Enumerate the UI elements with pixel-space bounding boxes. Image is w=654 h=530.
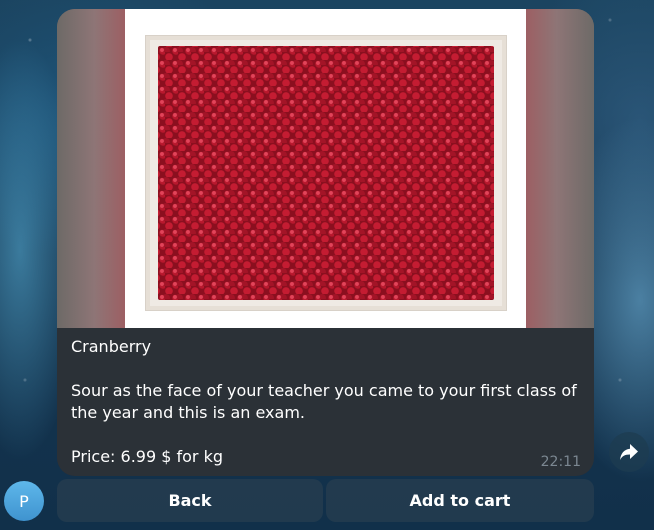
product-price: Price: 6.99 $ for kg: [71, 447, 223, 466]
avatar-initial: P: [19, 491, 29, 511]
message-text: Cranberry Sour as the face of your teach…: [71, 336, 581, 468]
share-button[interactable]: [609, 432, 649, 472]
cranberry-crate: [145, 35, 507, 311]
add-to-cart-button[interactable]: Add to cart: [326, 479, 594, 522]
product-description: Sour as the face of your teacher you cam…: [71, 381, 577, 422]
product-title: Cranberry: [71, 337, 152, 356]
photo-blur-right: [526, 9, 594, 328]
product-photo[interactable]: [125, 9, 525, 328]
message-timestamp: 22:11: [540, 454, 581, 470]
share-arrow-icon: [620, 444, 638, 460]
product-message-bubble[interactable]: Cranberry Sour as the face of your teach…: [57, 9, 594, 476]
cranberries: [158, 46, 494, 300]
product-photo-frame[interactable]: [57, 9, 594, 328]
photo-blur-left: [57, 9, 125, 328]
avatar[interactable]: P: [4, 481, 44, 521]
back-button[interactable]: Back: [57, 479, 323, 522]
